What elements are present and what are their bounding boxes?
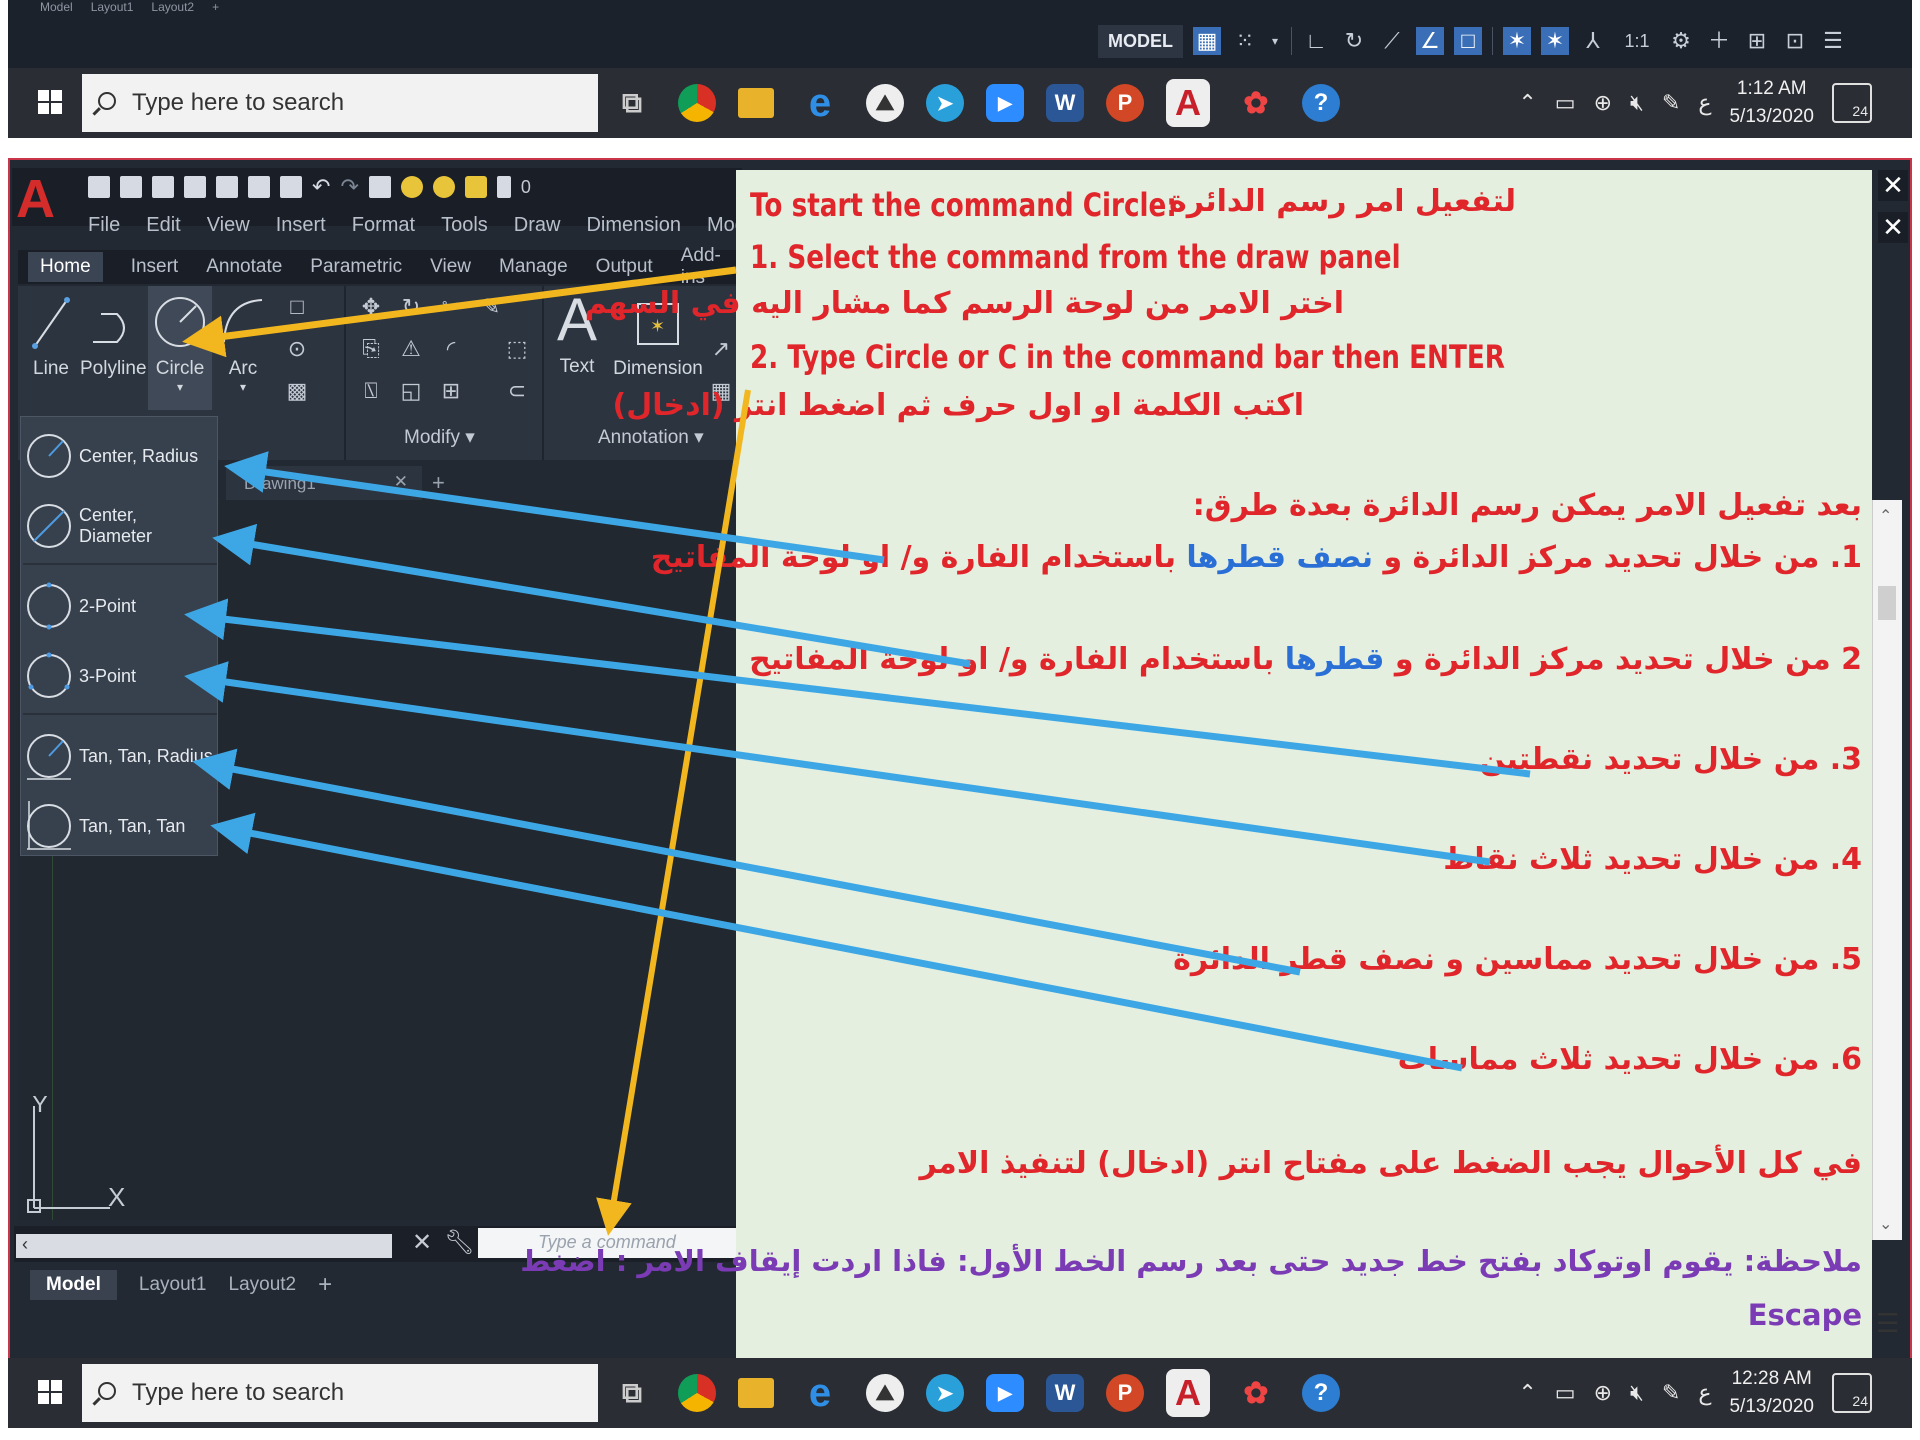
chevron-up-icon[interactable]: ⌃ (1518, 1380, 1536, 1406)
powerpoint-icon[interactable]: P (1106, 1374, 1144, 1412)
telegram-icon[interactable]: ➤ (926, 1374, 964, 1412)
clock[interactable]: 12:28 AM 5/13/2020 (1729, 1365, 1814, 1421)
clock-date: 5/13/2020 (1729, 1396, 1814, 1417)
zoom-icon[interactable]: ▶ (986, 1374, 1024, 1412)
arrow-method-4 (184, 661, 1491, 866)
taskbar-search-box[interactable]: Type here to search (82, 1364, 598, 1422)
search-icon (98, 1382, 116, 1400)
battery-icon[interactable]: ▭ (1555, 1380, 1576, 1406)
language-icon[interactable]: ع (1698, 1380, 1711, 1406)
network-icon[interactable]: ⊕ (1594, 1380, 1612, 1406)
arrow-method-5 (192, 748, 1301, 976)
notification-icon[interactable]: 24 (1832, 1373, 1872, 1413)
pen-icon[interactable]: ✎ (1662, 1380, 1680, 1406)
word-icon[interactable]: W (1046, 1374, 1084, 1412)
arrow-method-1 (224, 451, 885, 564)
clock-time: 12:28 AM (1731, 1368, 1812, 1389)
system-tray: ⌃ ▭ ⊕ 🔇︎ ✎ ع 12:28 AM 5/13/2020 24 (1518, 1364, 1872, 1422)
paint-icon[interactable]: ✿ (1232, 1369, 1280, 1417)
annotation-arrows (182, 266, 1531, 1236)
notification-count: 24 (1852, 1393, 1868, 1409)
arrow-method-3 (184, 598, 1531, 778)
file-explorer-icon[interactable] (738, 1378, 774, 1408)
windows-taskbar-bottom: Type here to search ⧉ e ⛰ ➤ ▶ W P A ✿ ? … (8, 1358, 1912, 1428)
autocad-icon[interactable]: A (1166, 1369, 1210, 1417)
arrow-to-command-line (596, 389, 751, 1236)
volume-muted-icon[interactable]: 🔇︎ (1630, 1380, 1644, 1406)
search-placeholder: Type here to search (132, 1379, 345, 1406)
taskbar-apps: ⧉ e ⛰ ➤ ▶ W P A ✿ ? (608, 1368, 1340, 1418)
drive-icon[interactable]: ⛰ (866, 1374, 904, 1412)
windows-start-icon[interactable] (26, 1368, 76, 1418)
arrow-to-circle-tool (182, 266, 737, 358)
task-view-icon[interactable]: ⧉ (608, 1369, 656, 1417)
help-icon[interactable]: ? (1302, 1374, 1340, 1412)
chrome-icon[interactable] (678, 1374, 716, 1412)
arrow-method-6 (210, 812, 1463, 1072)
edge-icon[interactable]: e (796, 1369, 844, 1417)
